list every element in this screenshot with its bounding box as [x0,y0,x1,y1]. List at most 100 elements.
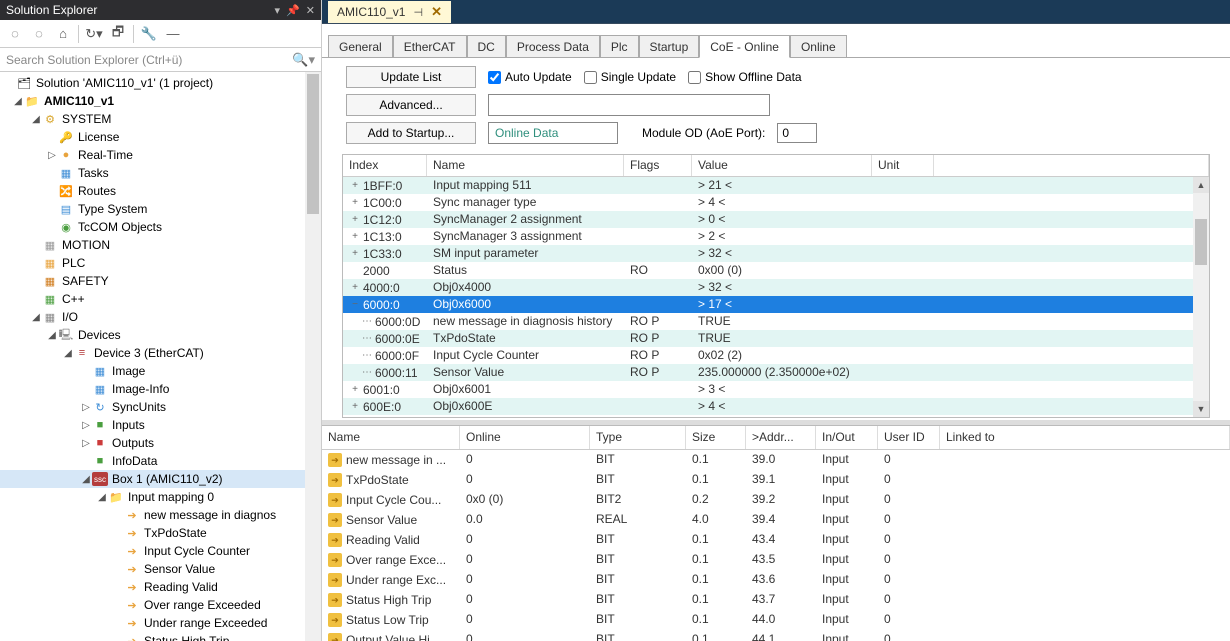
tree-label[interactable]: Under range Exceeded [144,616,267,630]
vcol-userid[interactable]: User ID [878,426,940,449]
coe-row[interactable]: +6001:0Obj0x6001> 3 < [343,381,1209,398]
coe-row[interactable]: +4000:0Obj0x4000> 32 < [343,279,1209,296]
twisty-icon[interactable]: ▷ [80,438,92,449]
tree-label[interactable]: Input Cycle Counter [144,544,250,558]
tab-general[interactable]: General [328,35,393,57]
tree-label[interactable]: Box 1 (AMIC110_v2) [112,472,223,486]
twisty-icon[interactable]: ◢ [62,348,74,359]
tree-node[interactable]: ➔Input Cycle Counter [0,542,321,560]
auto-update-checkbox[interactable]: Auto Update [488,70,572,84]
collapse-icon[interactable]: 🗗 [109,25,127,43]
coe-row[interactable]: +1C13:0SyncManager 3 assignment> 2 < [343,228,1209,245]
tree-label[interactable]: Routes [78,184,116,198]
vcol-inout[interactable]: In/Out [816,426,878,449]
tree-label[interactable]: Image [112,364,145,378]
coe-row[interactable]: ⋯6000:0ETxPdoStateRO PTRUE [343,330,1209,347]
filter-input[interactable] [488,94,770,116]
variable-row[interactable]: ➔Status Low Trip0BIT0.144.0Input0 [322,610,1230,630]
twisty-icon[interactable]: ◢ [30,312,42,323]
vcol-size[interactable]: Size [686,426,746,449]
tree-label[interactable]: Sensor Value [144,562,215,576]
twisty-icon[interactable]: + [349,197,361,208]
twisty-icon[interactable]: + [349,248,361,259]
tree-label[interactable]: Tasks [78,166,109,180]
coe-scrollbar[interactable]: ▲ ▼ [1193,177,1209,417]
document-tab[interactable]: AMIC110_v1 ⊣ ✕ [328,1,451,23]
tree-label[interactable]: Outputs [112,436,154,450]
tree-label[interactable]: TxPdoState [144,526,207,540]
online-data-field[interactable]: Online Data [488,122,618,144]
tree-label[interactable]: Real-Time [78,148,133,162]
tree-node[interactable]: ➔Status High Trip [0,632,321,641]
tree-node[interactable]: ➔Sensor Value [0,560,321,578]
search-icon[interactable]: 🔍▾ [292,52,315,68]
variable-row[interactable]: ➔Under range Exc...0BIT0.143.6Input0 [322,570,1230,590]
dropdown-icon[interactable]: ▾ [275,4,281,17]
auto-update-input[interactable] [488,71,501,84]
tree-label[interactable]: I/O [62,310,78,324]
vcol-addr[interactable]: >Addr... [746,426,816,449]
coe-row[interactable]: +600F:0Obj0x600F> 4 < [343,415,1209,417]
search-box[interactable]: 🔍▾ [0,48,321,72]
tree-label[interactable]: Image-Info [112,382,169,396]
vcol-linked[interactable]: Linked to [940,426,1230,449]
tree-node[interactable]: ➔Reading Valid [0,578,321,596]
twisty-icon[interactable]: + [349,282,361,293]
home-icon[interactable]: ⌂ [54,25,72,43]
tree-node[interactable]: ➔Over range Exceeded [0,596,321,614]
single-update-input[interactable] [584,71,597,84]
twisty-icon[interactable]: ▷ [80,420,92,431]
show-offline-checkbox[interactable]: Show Offline Data [688,70,802,84]
twisty-icon[interactable]: ◢ [96,492,108,503]
close-icon[interactable]: ✕ [306,4,315,17]
scrollbar-thumb[interactable] [1195,219,1207,265]
scroll-up-icon[interactable]: ▲ [1193,177,1209,193]
coe-row[interactable]: ⋯6000:0Dnew message in diagnosis history… [343,313,1209,330]
twisty-icon[interactable]: + [349,401,361,412]
solution-label[interactable]: Solution 'AMIC110_v1' (1 project) [36,76,213,90]
tree-label[interactable]: Over range Exceeded [144,598,261,612]
showall-icon[interactable]: — [164,25,182,43]
tree-label[interactable]: PLC [62,256,85,270]
coe-row[interactable]: 2000StatusRO0x00 (0) [343,262,1209,279]
coe-row[interactable]: −6000:0Obj0x6000> 17 < [343,296,1209,313]
tab-startup[interactable]: Startup [639,35,700,57]
variable-row[interactable]: ➔new message in ...0BIT0.139.0Input0 [322,450,1230,470]
tab-process-data[interactable]: Process Data [506,35,600,57]
refresh-icon[interactable]: ↻▾ [85,25,103,43]
col-index[interactable]: Index [343,155,427,176]
variable-row[interactable]: ➔Input Cycle Cou...0x0 (0)BIT20.239.2Inp… [322,490,1230,510]
tab-online[interactable]: Online [790,35,847,57]
twisty-icon[interactable]: ◢ [12,96,24,107]
tree-scrollbar[interactable] [305,72,321,641]
tree-label[interactable]: SYSTEM [62,112,111,126]
project-label[interactable]: AMIC110_v1 [44,94,114,108]
tree-label[interactable]: SAFETY [62,274,109,288]
coe-table-body[interactable]: +1BFF:0Input mapping 511> 21 <+1C00:0Syn… [343,177,1209,417]
coe-row[interactable]: ⋯6000:0FInput Cycle CounterRO P0x02 (2) [343,347,1209,364]
properties-icon[interactable]: 🔧 [140,25,158,43]
tree-label[interactable]: TcCOM Objects [78,220,162,234]
single-update-checkbox[interactable]: Single Update [584,70,676,84]
col-unit[interactable]: Unit [872,155,934,176]
coe-row[interactable]: +1C12:0SyncManager 2 assignment> 0 < [343,211,1209,228]
tree-label[interactable]: Input mapping 0 [128,490,214,504]
tree-label[interactable]: new message in diagnos [144,508,276,522]
tree-label[interactable]: Type System [78,202,147,216]
twisty-icon[interactable]: ▷ [80,402,92,413]
tree-node[interactable]: ➔TxPdoState [0,524,321,542]
back-icon[interactable]: ◌ [6,25,24,43]
twisty-icon[interactable]: ▷ [46,150,58,161]
col-name[interactable]: Name [427,155,624,176]
twisty-icon[interactable]: + [349,214,361,225]
tree-label[interactable]: Device 3 (EtherCAT) [94,346,204,360]
coe-row[interactable]: +1C00:0Sync manager type> 4 < [343,194,1209,211]
twisty-icon[interactable]: ◢ [46,330,58,341]
forward-icon[interactable]: ◌ [30,25,48,43]
tree-node[interactable]: ➔Under range Exceeded [0,614,321,632]
tree-label[interactable]: License [78,130,119,144]
tree-label[interactable]: MOTION [62,238,110,252]
tree-label[interactable]: SyncUnits [112,400,166,414]
twisty-icon[interactable]: ◢ [80,474,92,485]
search-input[interactable] [6,53,292,67]
